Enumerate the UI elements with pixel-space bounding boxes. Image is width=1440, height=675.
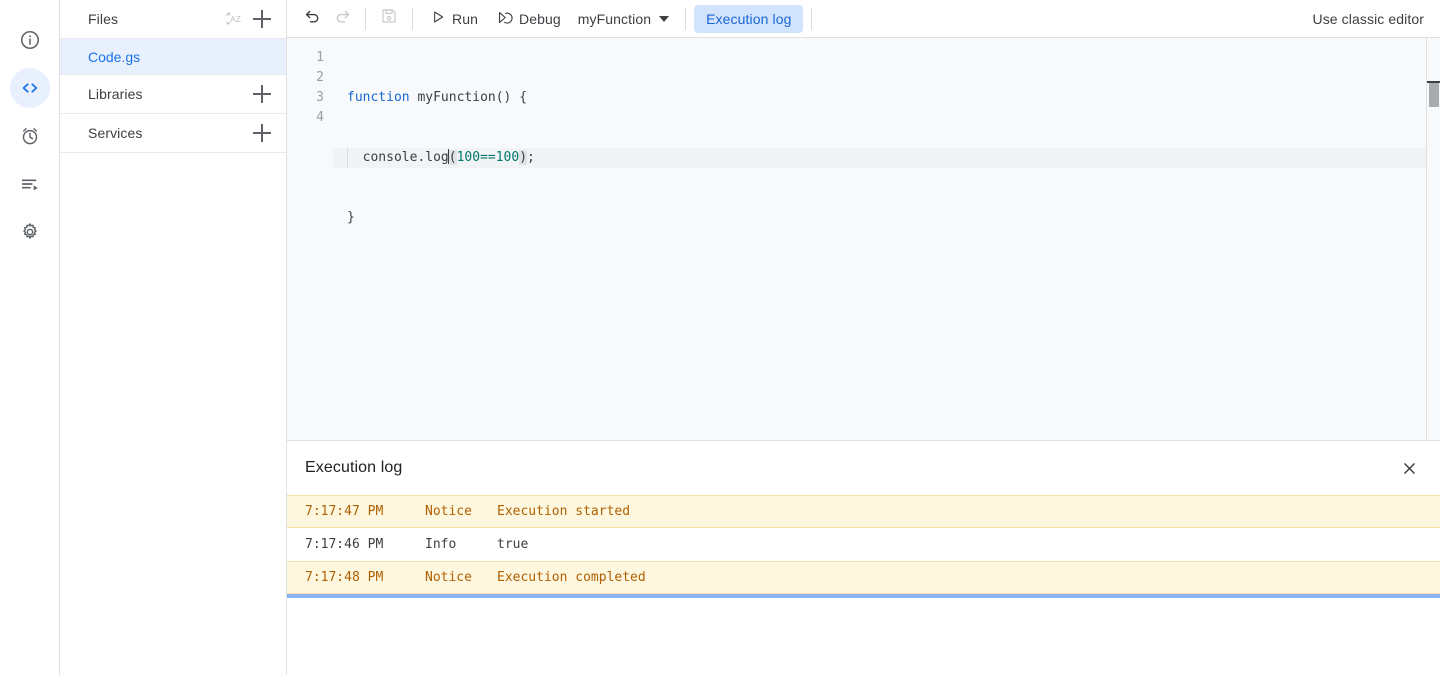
- close-execution-log-button[interactable]: [1394, 453, 1424, 483]
- sort-az-icon[interactable]: AZ: [222, 7, 246, 31]
- code-line-3: }: [333, 208, 1440, 228]
- close-brace-token: }: [347, 210, 355, 225]
- toolbar-divider: [811, 8, 812, 30]
- editor-scrollbar-thumb[interactable]: [1429, 83, 1439, 107]
- indent-token: [347, 150, 363, 165]
- log-timestamp: 7:17:46 PM: [305, 537, 425, 552]
- add-library-button[interactable]: [250, 82, 274, 106]
- semicolon-token: ;: [527, 150, 535, 165]
- rail-item-editor[interactable]: [10, 68, 50, 108]
- debug-icon: [496, 9, 513, 29]
- use-classic-editor-link[interactable]: Use classic editor: [1312, 0, 1424, 38]
- save-project-button[interactable]: [374, 4, 404, 34]
- toolbar-divider: [365, 8, 366, 30]
- files-sidebar: Files AZ Code.gs Libraries S: [60, 0, 287, 675]
- line-number: 4: [287, 108, 333, 128]
- log-timestamp: 7:17:48 PM: [305, 570, 425, 585]
- services-section-title: Services: [88, 125, 246, 141]
- left-icon-rail: [0, 0, 60, 675]
- services-section-header: Services: [60, 114, 286, 153]
- paren-close-token: ): [519, 150, 527, 165]
- chevron-down-icon: [659, 16, 669, 22]
- line-number: 3: [287, 88, 333, 108]
- code-icon: [19, 77, 41, 99]
- line-number: 2: [287, 68, 333, 88]
- paren-open-token: (: [449, 150, 457, 165]
- executions-icon: [19, 173, 41, 195]
- use-classic-editor-label: Use classic editor: [1312, 11, 1424, 27]
- libraries-section-header: Libraries: [60, 75, 286, 114]
- log-severity: Info: [425, 537, 497, 552]
- log-message: Execution completed: [497, 570, 1440, 585]
- code-editor[interactable]: 1 2 3 4 function myFunction() { console.…: [287, 38, 1440, 440]
- redo-icon: [333, 7, 352, 31]
- undo-button[interactable]: [297, 4, 327, 34]
- files-section-header: Files AZ: [60, 0, 286, 39]
- save-icon: [380, 7, 398, 30]
- sidebar-file-code-gs[interactable]: Code.gs: [60, 39, 286, 75]
- log-row: 7:17:48 PM Notice Execution completed: [287, 561, 1440, 594]
- code-line-1: function myFunction() {: [333, 88, 1440, 108]
- libraries-section-title: Libraries: [88, 86, 246, 102]
- rail-item-triggers[interactable]: [10, 116, 50, 156]
- run-button[interactable]: Run: [421, 4, 487, 34]
- function-signature-token: myFunction() {: [410, 90, 527, 105]
- code-line-2: console.log(100==100);: [333, 148, 1440, 168]
- rail-item-executions[interactable]: [10, 164, 50, 204]
- info-icon: [19, 29, 41, 51]
- operator-token: ==: [480, 150, 496, 165]
- svg-text:AZ: AZ: [230, 15, 241, 24]
- log-message: true: [497, 537, 1440, 552]
- log-message: Execution started: [497, 504, 1440, 519]
- log-row: 7:17:46 PM Info true: [287, 528, 1440, 561]
- log-severity: Notice: [425, 570, 497, 585]
- code-text-area[interactable]: function myFunction() { console.log(100=…: [333, 38, 1440, 440]
- line-number-gutter: 1 2 3 4: [287, 38, 333, 440]
- plus-icon: [253, 10, 271, 28]
- editor-toolbar: Run Debug myFunction Execution log: [287, 0, 1440, 38]
- files-section-title: Files: [88, 11, 218, 27]
- number-token-left: 100: [457, 150, 480, 165]
- execution-log-tab[interactable]: Execution log: [694, 5, 803, 33]
- execution-progress-bar: [287, 594, 1440, 598]
- debug-button[interactable]: Debug: [487, 4, 570, 34]
- execution-log-panel: Execution log 7:17:47 PM Notice Executio…: [287, 440, 1440, 675]
- close-icon: [1401, 460, 1418, 477]
- rail-item-overview[interactable]: [10, 20, 50, 60]
- toolbar-divider: [412, 8, 413, 30]
- undo-icon: [303, 7, 322, 31]
- plus-icon: [253, 124, 271, 142]
- execution-log-title: Execution log: [305, 459, 1394, 477]
- redo-button[interactable]: [327, 4, 357, 34]
- debug-label: Debug: [519, 11, 561, 27]
- line-number: 1: [287, 48, 333, 68]
- editor-scrollbar-track[interactable]: [1427, 38, 1440, 440]
- run-label: Run: [452, 11, 478, 27]
- toolbar-divider: [685, 8, 686, 30]
- plus-icon: [253, 85, 271, 103]
- log-timestamp: 7:17:47 PM: [305, 504, 425, 519]
- gear-icon: [19, 221, 41, 243]
- main-column: Run Debug myFunction Execution log: [287, 0, 1440, 675]
- rail-item-project-settings[interactable]: [10, 212, 50, 252]
- alarm-clock-icon: [19, 125, 41, 147]
- number-token-right: 100: [496, 150, 519, 165]
- function-select[interactable]: myFunction: [570, 4, 677, 34]
- apps-script-editor-window: Files AZ Code.gs Libraries S: [0, 0, 1440, 675]
- execution-log-tab-label: Execution log: [706, 11, 791, 27]
- keyword-token: function: [347, 90, 410, 105]
- function-select-value: myFunction: [578, 11, 651, 27]
- play-icon: [430, 9, 446, 28]
- execution-log-rows: 7:17:47 PM Notice Execution started 7:17…: [287, 495, 1440, 598]
- execution-log-header: Execution log: [287, 441, 1440, 495]
- file-name-label: Code.gs: [88, 49, 140, 65]
- console-log-token: console.log: [363, 150, 449, 165]
- add-file-button[interactable]: [250, 7, 274, 31]
- log-row: 7:17:47 PM Notice Execution started: [287, 495, 1440, 528]
- log-severity: Notice: [425, 504, 497, 519]
- add-service-button[interactable]: [250, 121, 274, 145]
- code-line-4: [333, 268, 1440, 288]
